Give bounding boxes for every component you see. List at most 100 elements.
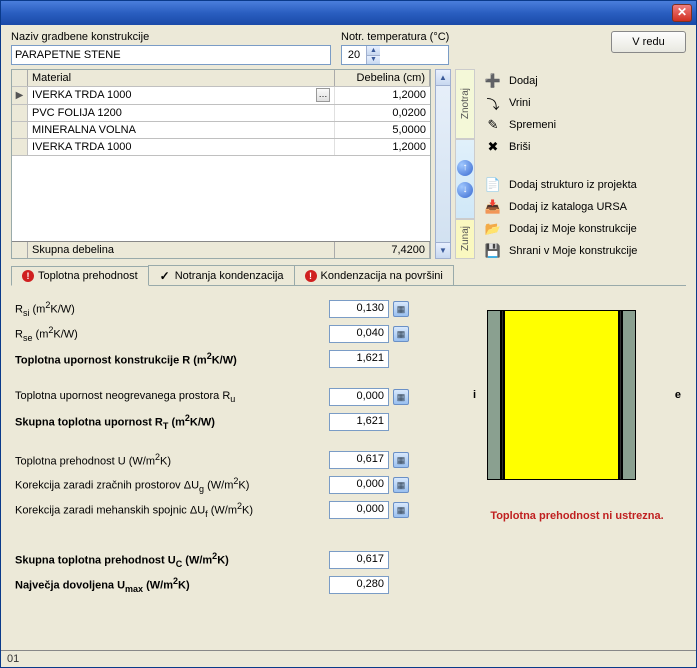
duf-label: Korekcija zaradi mehanskih spojnic ΔUf (… (15, 501, 325, 519)
ru-value: 0,000 (329, 388, 389, 406)
total-thickness-label: Skupna debelina (28, 242, 335, 258)
orientation-column: Znotraj ↑ ↓ Zunaj (455, 69, 475, 259)
diagram-layer (504, 310, 619, 480)
material-cell[interactable]: IVERKA TRDA 1000… (28, 87, 335, 104)
total-thickness-value: 7,4200 (335, 242, 430, 258)
tab-surface-condensation[interactable]: !Kondenzacija na površini (294, 265, 454, 285)
rsi-label: Rsi (m2K/W) (15, 300, 325, 318)
ru-label: Toplotna upornost neogrevanega prostora … (15, 390, 325, 404)
u-label: Toplotna prehodnost U (W/m2K) (15, 452, 325, 468)
r-label: Toplotna upornost konstrukcije R (m2K/W) (15, 351, 325, 367)
grid-header: Material Debelina (cm) (12, 70, 430, 87)
thickness-cell[interactable]: 5,0000 (335, 122, 430, 138)
temperature-label: Notr. temperatura (°C) (341, 31, 449, 43)
temperature-spinner[interactable]: ▲ ▼ (341, 45, 449, 65)
uc-value: 0,617 (329, 551, 389, 569)
row-handle[interactable] (12, 122, 28, 138)
move-up-button[interactable]: ↑ (457, 160, 473, 176)
scroll-up-icon[interactable]: ▲ (436, 70, 450, 86)
inside-label: Znotraj (458, 84, 473, 123)
action-insert[interactable]: ⤵Vrini (483, 95, 684, 111)
material-cell[interactable]: PVC FOLIJA 1200 (28, 105, 335, 121)
r-value: 1,621 (329, 350, 389, 368)
umax-label: Največja dovoljena Umax (W/m2K) (15, 576, 325, 594)
edit-icon: ✎ (483, 117, 503, 133)
rt-label: Skupna toplotna upornost RT (m2K/W) (15, 413, 325, 431)
spinner-down-icon[interactable]: ▼ (366, 55, 380, 65)
dug-label: Korekcija zaradi zračnih prostorov ΔUg (… (15, 476, 325, 494)
add-icon: ➕ (483, 73, 503, 89)
calc-button[interactable]: ▦ (393, 301, 409, 317)
warning-text: Toplotna prehodnost ni ustrezna. (490, 510, 663, 522)
diagram-outside-label: e (675, 389, 681, 401)
project-icon: 📄 (483, 177, 503, 193)
table-row[interactable]: MINERALNA VOLNA5,0000 (12, 122, 430, 139)
close-button[interactable]: ✕ (672, 4, 692, 22)
delete-icon: ✖ (483, 139, 503, 155)
diagram-layer (622, 310, 636, 480)
row-handle[interactable] (12, 105, 28, 121)
outside-label: Zunaj (458, 222, 473, 255)
diagram-layer (487, 310, 501, 480)
rse-label: Rse (m2K/W) (15, 325, 325, 343)
rsi-value: 0,130 (329, 300, 389, 318)
duf-value: 0,000 (329, 501, 389, 519)
my-in-icon: 📂 (483, 221, 503, 237)
table-row[interactable]: IVERKA TRDA 10001,2000 (12, 139, 430, 156)
thickness-cell[interactable]: 1,2000 (335, 139, 430, 155)
table-row[interactable]: ▶IVERKA TRDA 1000…1,2000 (12, 87, 430, 105)
material-cell[interactable]: IVERKA TRDA 1000 (28, 139, 335, 155)
error-badge-icon: ! (305, 270, 317, 282)
action-add-from-project[interactable]: 📄Dodaj strukturo iz projekta (483, 177, 684, 193)
row-handle[interactable]: ▶ (12, 87, 28, 104)
calc-button[interactable]: ▦ (393, 502, 409, 518)
insert-icon: ⤵ (483, 95, 503, 111)
thickness-cell[interactable]: 1,2000 (335, 87, 430, 104)
calc-button[interactable]: ▦ (393, 452, 409, 468)
action-add-from-my[interactable]: 📂Dodaj iz Moje konstrukcije (483, 221, 684, 237)
move-down-button[interactable]: ↓ (457, 182, 473, 198)
col-thickness[interactable]: Debelina (cm) (335, 70, 430, 86)
action-change[interactable]: ✎Spremeni (483, 117, 684, 133)
grid-scrollbar[interactable]: ▲ ▼ (435, 69, 451, 259)
titlebar: ✕ (1, 1, 696, 25)
material-cell[interactable]: MINERALNA VOLNA (28, 122, 335, 138)
results-panel: Rsi (m2K/W)0,130▦ Rse (m2K/W)0,040▦ Topl… (11, 290, 686, 644)
action-add[interactable]: ➕Dodaj (483, 73, 684, 89)
status-text: 01 (7, 653, 19, 665)
calc-button[interactable]: ▦ (393, 389, 409, 405)
table-row[interactable]: PVC FOLIJA 12000,0200 (12, 105, 430, 122)
tabs: !Toplotna prehodnost ✓Notranja kondenzac… (11, 265, 686, 286)
action-add-from-ursa[interactable]: 📥Dodaj iz kataloga URSA (483, 199, 684, 215)
calc-button[interactable]: ▦ (393, 477, 409, 493)
action-save-to-my[interactable]: 💾Shrani v Moje konstrukcije (483, 243, 684, 259)
row-handle[interactable] (12, 139, 28, 155)
thickness-cell[interactable]: 0,0200 (335, 105, 430, 121)
content-area: Naziv gradbene konstrukcije Notr. temper… (1, 25, 696, 650)
ellipsis-button[interactable]: … (316, 88, 330, 102)
tab-internal-condensation[interactable]: ✓Notranja kondenzacija (148, 265, 295, 285)
tab-thermal-transmittance[interactable]: !Toplotna prehodnost (11, 266, 149, 286)
dug-value: 0,000 (329, 476, 389, 494)
layers-grid: Material Debelina (cm) ▶IVERKA TRDA 1000… (11, 69, 431, 259)
umax-value: 0,280 (329, 576, 389, 594)
u-value: 0,617 (329, 451, 389, 469)
ursa-icon: 📥 (483, 199, 503, 215)
uc-label: Skupna toplotna prehodnost UC (W/m2K) (15, 551, 325, 569)
actions-panel: ➕Dodaj ⤵Vrini ✎Spremeni ✖Briši 📄Dodaj st… (479, 69, 686, 259)
action-delete[interactable]: ✖Briši (483, 139, 684, 155)
calc-button[interactable]: ▦ (393, 326, 409, 342)
scroll-down-icon[interactable]: ▼ (436, 242, 450, 258)
my-out-icon: 💾 (483, 243, 503, 259)
spinner-up-icon[interactable]: ▲ (366, 46, 380, 55)
check-icon: ✓ (159, 270, 171, 282)
rse-value: 0,040 (329, 325, 389, 343)
col-material[interactable]: Material (28, 70, 335, 86)
diagram-inside-label: i (473, 389, 476, 401)
ok-button[interactable]: V redu (611, 31, 686, 53)
construction-name-input[interactable] (11, 45, 331, 65)
temperature-value[interactable] (342, 46, 366, 64)
cross-section-diagram: i e (487, 310, 667, 480)
construction-name-label: Naziv gradbene konstrukcije (11, 31, 331, 43)
status-bar: 01 (1, 650, 696, 667)
